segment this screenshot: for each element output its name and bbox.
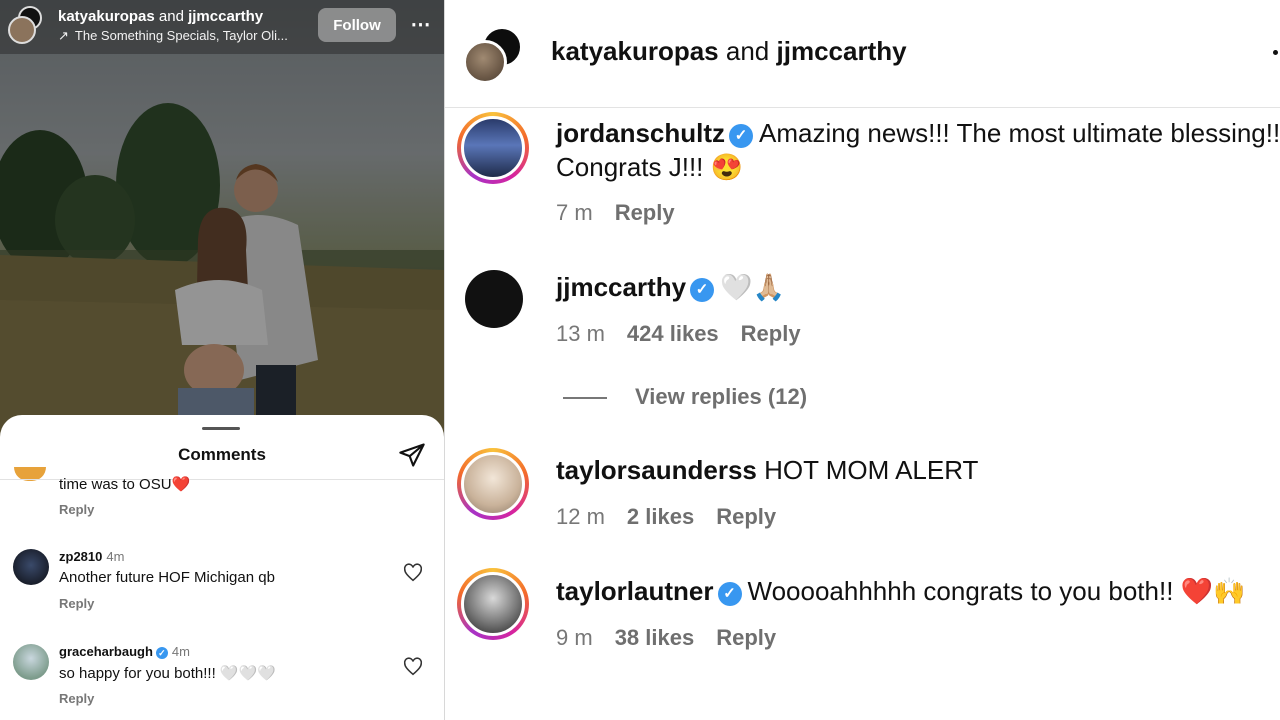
like-heart-icon[interactable] xyxy=(402,656,424,678)
screenshot-composite: katyakuropas and jjmccarthy ↗ The Somethi… xyxy=(0,0,1280,720)
comments-sheet: Comments time was to OSU❤️ Reply zp2810 4… xyxy=(0,415,444,720)
comment-avatar[interactable] xyxy=(461,452,525,516)
comment-username[interactable]: jjmccarthy xyxy=(556,272,686,302)
post-authors[interactable]: katyakuropas and jjmccarthy xyxy=(58,8,263,25)
comment-avatar-story-ring[interactable] xyxy=(457,448,529,520)
author-b[interactable]: jjmccarthy xyxy=(188,8,263,25)
follow-button[interactable]: Follow xyxy=(318,8,396,42)
reply-button[interactable]: Reply xyxy=(59,691,94,706)
comment-meta: 7 m Reply xyxy=(556,200,697,226)
verified-badge-icon: ✓ xyxy=(155,647,168,659)
reply-button[interactable]: Reply xyxy=(716,625,776,650)
comment-meta: 13 m 424 likes Reply xyxy=(556,321,823,347)
zoomed-comments-pane: katyakuropas and jjmccarthy jordanschult… xyxy=(444,0,1280,720)
instagram-post-pane: katyakuropas and jjmccarthy ↗ The Somethi… xyxy=(0,0,444,720)
comment-meta: 12 m 2 likes Reply xyxy=(556,504,798,530)
comment-avatar[interactable] xyxy=(13,644,49,680)
reply-button[interactable]: Reply xyxy=(59,502,94,517)
comment-time: 7 m xyxy=(556,200,593,225)
comment-text: so happy for you both!!! 🤍🤍🤍 xyxy=(59,665,276,682)
more-options-icon[interactable]: ⋯ xyxy=(408,12,432,36)
arrow-up-right-icon: ↗ xyxy=(58,28,69,43)
comment-line: jjmccarthy ✓ 🤍🙏🏼 xyxy=(556,272,785,303)
comment-time: 4m xyxy=(171,644,190,659)
comment-username-text[interactable]: graceharbaugh xyxy=(59,644,153,659)
post-photo xyxy=(0,0,444,440)
view-replies-button[interactable]: View replies (12) xyxy=(635,384,807,410)
reply-button[interactable]: Reply xyxy=(615,200,675,225)
view-replies-line xyxy=(563,397,607,399)
avatar-katyakuropas[interactable] xyxy=(8,16,36,44)
comment-avatar-story-ring[interactable] xyxy=(457,568,529,640)
author-a[interactable]: katyakuropas xyxy=(551,36,719,66)
comment-username[interactable]: jordanschultz xyxy=(556,118,725,148)
more-dot-icon[interactable] xyxy=(1273,50,1278,55)
authors-and: and xyxy=(158,8,184,25)
comment-line: taylorsaunderss HOT MOM ALERT xyxy=(556,455,978,486)
comment-avatar[interactable] xyxy=(13,549,49,585)
avatar-katyakuropas[interactable] xyxy=(463,40,507,84)
comment-text: HOT MOM ALERT xyxy=(764,455,979,485)
author-b[interactable]: jjmccarthy xyxy=(777,36,907,66)
comment-avatar[interactable] xyxy=(465,270,523,328)
comment-username-text[interactable]: zp2810 xyxy=(59,549,102,564)
comment-likes[interactable]: 38 likes xyxy=(615,625,695,650)
post-header: katyakuropas and jjmccarthy ↗ The Somethi… xyxy=(0,0,444,54)
comment-text-line2: Congrats J!!! 😍 xyxy=(556,152,743,182)
comment-avatar[interactable] xyxy=(461,572,525,636)
comment-avatar[interactable] xyxy=(461,116,525,180)
like-heart-icon[interactable] xyxy=(402,562,424,584)
comment-meta: 9 m 38 likes Reply xyxy=(556,625,798,651)
comment-username[interactable]: zp2810 4m xyxy=(59,549,124,564)
comment-time: 4m xyxy=(106,549,125,564)
authors-and: and xyxy=(725,36,770,66)
zoom-authors[interactable]: katyakuropas and jjmccarthy xyxy=(551,36,907,67)
comment-time: 12 m xyxy=(556,504,605,529)
verified-badge-icon: ✓ xyxy=(717,582,742,606)
comment-username[interactable]: taylorlautner xyxy=(556,576,714,606)
comment-text: Wooooahhhhh congrats to you both!! ❤️🙌 xyxy=(747,576,1246,606)
comment-username[interactable]: graceharbaugh ✓ 4m xyxy=(59,644,190,659)
reply-button[interactable]: Reply xyxy=(59,596,94,611)
zoom-header: katyakuropas and jjmccarthy xyxy=(445,0,1280,108)
comment-username[interactable]: taylorsaunderss xyxy=(556,455,757,485)
verified-badge-icon: ✓ xyxy=(729,124,754,148)
audio-attribution-text: The Something Specials, Taylor Oli... xyxy=(74,28,288,43)
comment-avatar-story-ring[interactable] xyxy=(457,112,529,184)
comment-time: 9 m xyxy=(556,625,593,650)
share-paper-plane-icon[interactable] xyxy=(398,441,426,469)
comment-line: taylorlautner ✓ Wooooahhhhh congrats to yo… xyxy=(556,576,1245,607)
comment-text: 🤍🙏🏼 xyxy=(720,272,785,302)
audio-attribution[interactable]: ↗ The Something Specials, Taylor Oli... xyxy=(58,28,308,44)
comment-likes[interactable]: 2 likes xyxy=(627,504,694,529)
comment-text-partial: time was to OSU❤️ xyxy=(59,476,191,493)
reply-button[interactable]: Reply xyxy=(716,504,776,529)
comments-title: Comments xyxy=(178,445,266,464)
comment-text: Amazing news!!! The most ultimate blessi… xyxy=(759,118,1280,148)
comment-time: 13 m xyxy=(556,321,605,346)
comment-line: jordanschultz ✓ Amazing news!!! The most u… xyxy=(556,118,1280,149)
reply-button[interactable]: Reply xyxy=(741,321,801,346)
comment-text: Another future HOF Michigan qb xyxy=(59,569,275,586)
verified-badge-icon: ✓ xyxy=(690,278,715,302)
photo-dim-overlay xyxy=(0,0,444,440)
comment-likes[interactable]: 424 likes xyxy=(627,321,719,346)
author-a[interactable]: katyakuropas xyxy=(58,8,155,25)
sheet-grabber[interactable] xyxy=(202,427,240,430)
